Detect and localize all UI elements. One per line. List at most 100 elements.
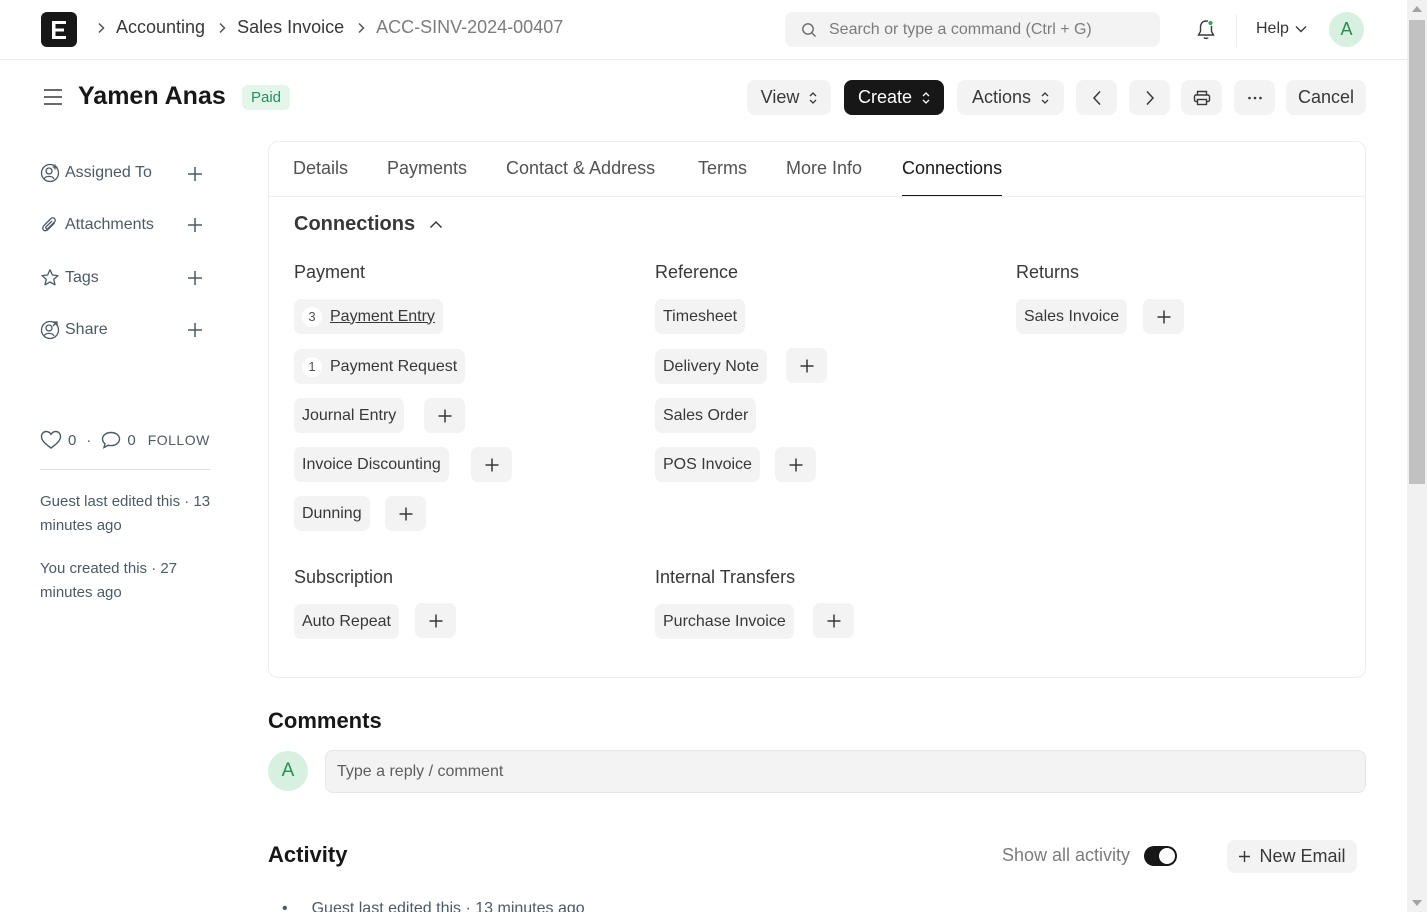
- add-attachment-icon[interactable]: [186, 216, 204, 239]
- heart-icon[interactable]: [40, 430, 62, 450]
- connection-pos-invoice[interactable]: POS Invoice: [655, 447, 760, 482]
- last-edited-text: Guest last edited this · 13 minutes ago: [40, 493, 211, 534]
- connection-invoice-discounting[interactable]: Invoice Discounting: [294, 447, 449, 482]
- plus-icon: [800, 359, 813, 372]
- connection-payment-entry[interactable]: 3 Payment Entry: [294, 299, 443, 334]
- social-stats: 0 · 0 FOLLOW: [40, 430, 210, 450]
- chevron-right-icon: [1145, 90, 1154, 105]
- add-assignment-icon[interactable]: [186, 165, 204, 188]
- connection-delivery-note[interactable]: Delivery Note: [655, 349, 768, 384]
- chevron-down-icon: [1295, 26, 1307, 33]
- group-title-subscription: Subscription: [294, 567, 394, 587]
- connection-purchase-invoice[interactable]: Purchase Invoice: [655, 604, 794, 639]
- actions-button-label: Actions: [971, 87, 1032, 107]
- like-count: 0: [68, 431, 77, 449]
- tab-more-info[interactable]: More Info: [786, 158, 862, 196]
- help-dropdown[interactable]: Help: [1256, 20, 1307, 38]
- sidebar-toggle-icon[interactable]: [43, 88, 63, 111]
- next-doc-button[interactable]: [1129, 80, 1170, 115]
- add-purchase-invoice-button[interactable]: [813, 603, 854, 638]
- comment-input[interactable]: Type a reply / comment: [325, 750, 1366, 793]
- timeline-dot-icon: •: [282, 900, 288, 912]
- connection-journal-entry[interactable]: Journal Entry: [294, 398, 405, 433]
- sidebar-item-label: Share: [65, 321, 108, 338]
- scroll-down-arrow-icon[interactable]: [1412, 900, 1422, 906]
- tab-payments[interactable]: Payments: [387, 158, 467, 196]
- sidebar-item-assigned-to[interactable]: Assigned To: [40, 163, 152, 183]
- breadcrumb-sales-invoice[interactable]: Sales Invoice: [237, 17, 344, 38]
- comment-icon[interactable]: [101, 431, 121, 449]
- breadcrumb-accounting[interactable]: Accounting: [116, 17, 205, 38]
- chevron-right-icon: [217, 22, 227, 34]
- connections-heading: Connections: [294, 213, 416, 235]
- plus-icon: [485, 458, 498, 471]
- add-share-icon[interactable]: [186, 321, 204, 344]
- cancel-button[interactable]: Cancel: [1286, 80, 1366, 115]
- scroll-up-arrow-icon[interactable]: [1412, 6, 1422, 12]
- add-pos-invoice-button[interactable]: [775, 447, 816, 482]
- tab-contact-address[interactable]: Contact & Address: [506, 158, 655, 196]
- add-journal-entry-button[interactable]: [424, 398, 465, 433]
- create-button-label: Create: [857, 87, 913, 107]
- more-options-button[interactable]: [1234, 80, 1275, 115]
- connection-sales-invoice-return[interactable]: Sales Invoice: [1016, 299, 1128, 334]
- connection-auto-repeat[interactable]: Auto Repeat: [294, 604, 399, 639]
- tab-connections[interactable]: Connections: [902, 158, 1003, 196]
- show-all-activity-toggle[interactable]: [1144, 846, 1177, 866]
- notifications-bell-icon[interactable]: [1196, 19, 1216, 46]
- sidebar-item-attachments[interactable]: Attachments: [40, 215, 154, 235]
- create-button[interactable]: Create: [844, 80, 944, 115]
- navbar: Accounting Sales Invoice ACC-SINV-2024-0…: [0, 0, 1407, 60]
- breadcrumb-document[interactable]: ACC-SINV-2024-00407: [376, 17, 563, 38]
- add-sales-invoice-return-button[interactable]: [1143, 299, 1184, 334]
- sidebar-item-label: Tags: [65, 269, 99, 286]
- activity-entry-text: Guest last edited this · 13 minutes ago: [311, 900, 585, 912]
- actions-button[interactable]: Actions: [957, 80, 1064, 115]
- printer-icon: [1193, 90, 1210, 105]
- plus-icon: [1239, 851, 1251, 862]
- comment-count: 0: [127, 431, 136, 449]
- sidebar-item-tags[interactable]: Tags: [40, 268, 99, 288]
- group-title-internal-transfers: Internal Transfers: [655, 567, 796, 587]
- tab-details[interactable]: Details: [293, 158, 348, 196]
- connection-label: Payment Request: [330, 357, 458, 375]
- group-title-returns: Returns: [1016, 262, 1080, 282]
- connections-section-header[interactable]: Connections: [294, 213, 443, 236]
- connection-count: 1: [302, 356, 322, 377]
- add-invoice-discounting-button[interactable]: [471, 447, 512, 482]
- select-arrows-icon: [809, 91, 817, 104]
- new-email-button[interactable]: New Email: [1227, 840, 1357, 873]
- plus-icon: [1157, 310, 1170, 323]
- follow-button[interactable]: FOLLOW: [148, 432, 210, 448]
- view-button[interactable]: View: [747, 80, 831, 115]
- add-auto-repeat-button[interactable]: [415, 603, 456, 638]
- star-icon: [41, 269, 59, 286]
- tab-terms[interactable]: Terms: [698, 158, 747, 196]
- add-tag-icon[interactable]: [186, 269, 204, 292]
- connection-payment-request[interactable]: 1 Payment Request: [294, 349, 466, 384]
- sidebar-item-label: Assigned To: [65, 164, 152, 181]
- user-avatar[interactable]: A: [1329, 12, 1364, 47]
- connection-timesheet[interactable]: Timesheet: [655, 299, 746, 334]
- add-dunning-button[interactable]: [385, 496, 426, 531]
- print-button[interactable]: [1181, 80, 1222, 115]
- add-delivery-note-button[interactable]: [786, 348, 827, 383]
- select-arrows-icon: [1041, 91, 1049, 104]
- scrollbar-thumb[interactable]: [1409, 20, 1425, 484]
- navbar-divider: [1236, 14, 1237, 46]
- activity-title: Activity: [268, 842, 348, 867]
- app-logo[interactable]: [41, 12, 77, 47]
- comment-avatar: A: [268, 751, 308, 791]
- connection-dunning[interactable]: Dunning: [294, 496, 370, 531]
- chevron-up-icon: [430, 220, 443, 229]
- connection-sales-order[interactable]: Sales Order: [655, 398, 757, 433]
- sidebar-item-share[interactable]: Share: [40, 320, 108, 340]
- search-input[interactable]: Search or type a command (Ctrl + G): [785, 12, 1160, 47]
- help-label: Help: [1256, 20, 1289, 37]
- connection-count: 3: [302, 306, 322, 327]
- plus-icon: [827, 614, 840, 627]
- page-scrollbar[interactable]: [1407, 0, 1427, 912]
- status-badge: Paid: [242, 85, 291, 110]
- previous-doc-button[interactable]: [1076, 80, 1117, 115]
- created-text: You created this · 27 minutes ago: [40, 560, 178, 601]
